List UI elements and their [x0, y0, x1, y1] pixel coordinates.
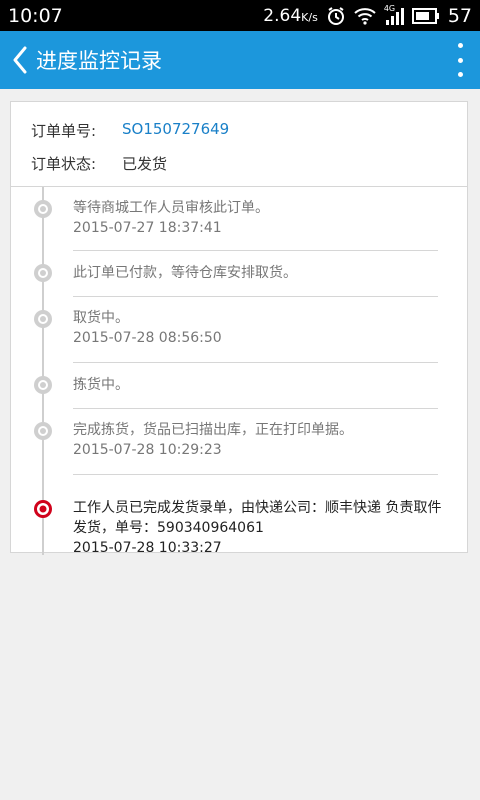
status-icons: 2.64K/s 4G 57 [263, 3, 472, 27]
divider [73, 362, 438, 363]
timeline-dot-icon [34, 264, 52, 282]
clock: 10:07 [8, 4, 63, 27]
timeline-time: 2015-07-28 10:33:27 [73, 540, 222, 556]
menu-dot-icon [457, 57, 463, 63]
timeline-text: 此订单已付款，等待仓库安排取货。 [73, 263, 443, 283]
order-number-link[interactable]: SO150727649 [122, 120, 229, 141]
timeline-text: 完成拣货，货品已扫描出库，正在打印单据。 2015-07-28 10:29:23 [73, 420, 443, 460]
timeline-dot-icon [34, 376, 52, 394]
data-rate-value: 2.64 [263, 5, 302, 26]
divider [73, 408, 438, 409]
battery-level: 57 [447, 4, 472, 27]
divider [73, 250, 438, 251]
network-type: 4G [383, 3, 396, 13]
back-button[interactable] [4, 31, 36, 89]
order-number-row: 订单单号: SO150727649 [31, 120, 229, 141]
divider [73, 474, 438, 475]
timeline-message: 此订单已付款，等待仓库安排取货。 [73, 265, 297, 281]
order-progress-card: 订单单号: SO150727649 订单状态: 已发货 等待商城工作人员审核此订… [10, 101, 468, 556]
menu-dot-icon [457, 72, 463, 77]
status-bar: 10:07 2.64K/s 4G 57 [0, 0, 480, 31]
app-bar: 进度监控记录 [0, 31, 480, 89]
order-status-label: 订单状态: [31, 155, 97, 173]
timeline-message: 工作人员已完成发货录单，由快递公司：顺丰快递 负责取件发货，单号：5903409… [73, 500, 442, 536]
page-title: 进度监控记录 [36, 49, 162, 73]
timeline-dot-icon [34, 200, 52, 218]
signal-icon: 4G [383, 3, 404, 25]
timeline-time: 2015-07-27 18:37:41 [73, 220, 222, 236]
alarm-icon [326, 6, 346, 26]
timeline-text: 等待商城工作人员审核此订单。 2015-07-27 18:37:41 [73, 198, 443, 238]
timeline-dot-icon [34, 310, 52, 328]
order-status-value: 已发货 [122, 155, 168, 173]
timeline-dot-icon [34, 422, 52, 440]
timeline-message: 等待商城工作人员审核此订单。 [73, 200, 269, 216]
timeline-message: 取货中。 [73, 310, 129, 326]
timeline-message: 完成拣货，货品已扫描出库，正在打印单据。 [73, 422, 353, 438]
timeline-active-dot-icon [34, 500, 52, 518]
divider [73, 296, 438, 297]
data-rate-unit: K/s [301, 10, 318, 24]
data-rate: 2.64K/s [263, 6, 318, 26]
timeline-text: 工作人员已完成发货录单，由快递公司：顺丰快递 负责取件发货，单号：5903409… [73, 498, 443, 558]
timeline-time: 2015-07-28 10:29:23 [73, 442, 222, 458]
timeline-text: 拣货中。 [73, 375, 443, 395]
menu-dot-icon [457, 43, 463, 48]
chevron-left-icon [13, 46, 27, 74]
timeline-text: 取货中。 2015-07-28 08:56:50 [73, 308, 443, 348]
order-number-label: 订单单号: [31, 122, 97, 140]
order-status-row: 订单状态: 已发货 [31, 153, 167, 174]
wifi-icon [354, 7, 376, 25]
battery-icon [411, 7, 440, 24]
overflow-menu-button[interactable] [454, 43, 466, 77]
timeline-time: 2015-07-28 08:56:50 [73, 330, 222, 346]
timeline-message: 拣货中。 [73, 377, 129, 393]
order-info: 订单单号: SO150727649 订单状态: 已发货 [11, 102, 467, 187]
